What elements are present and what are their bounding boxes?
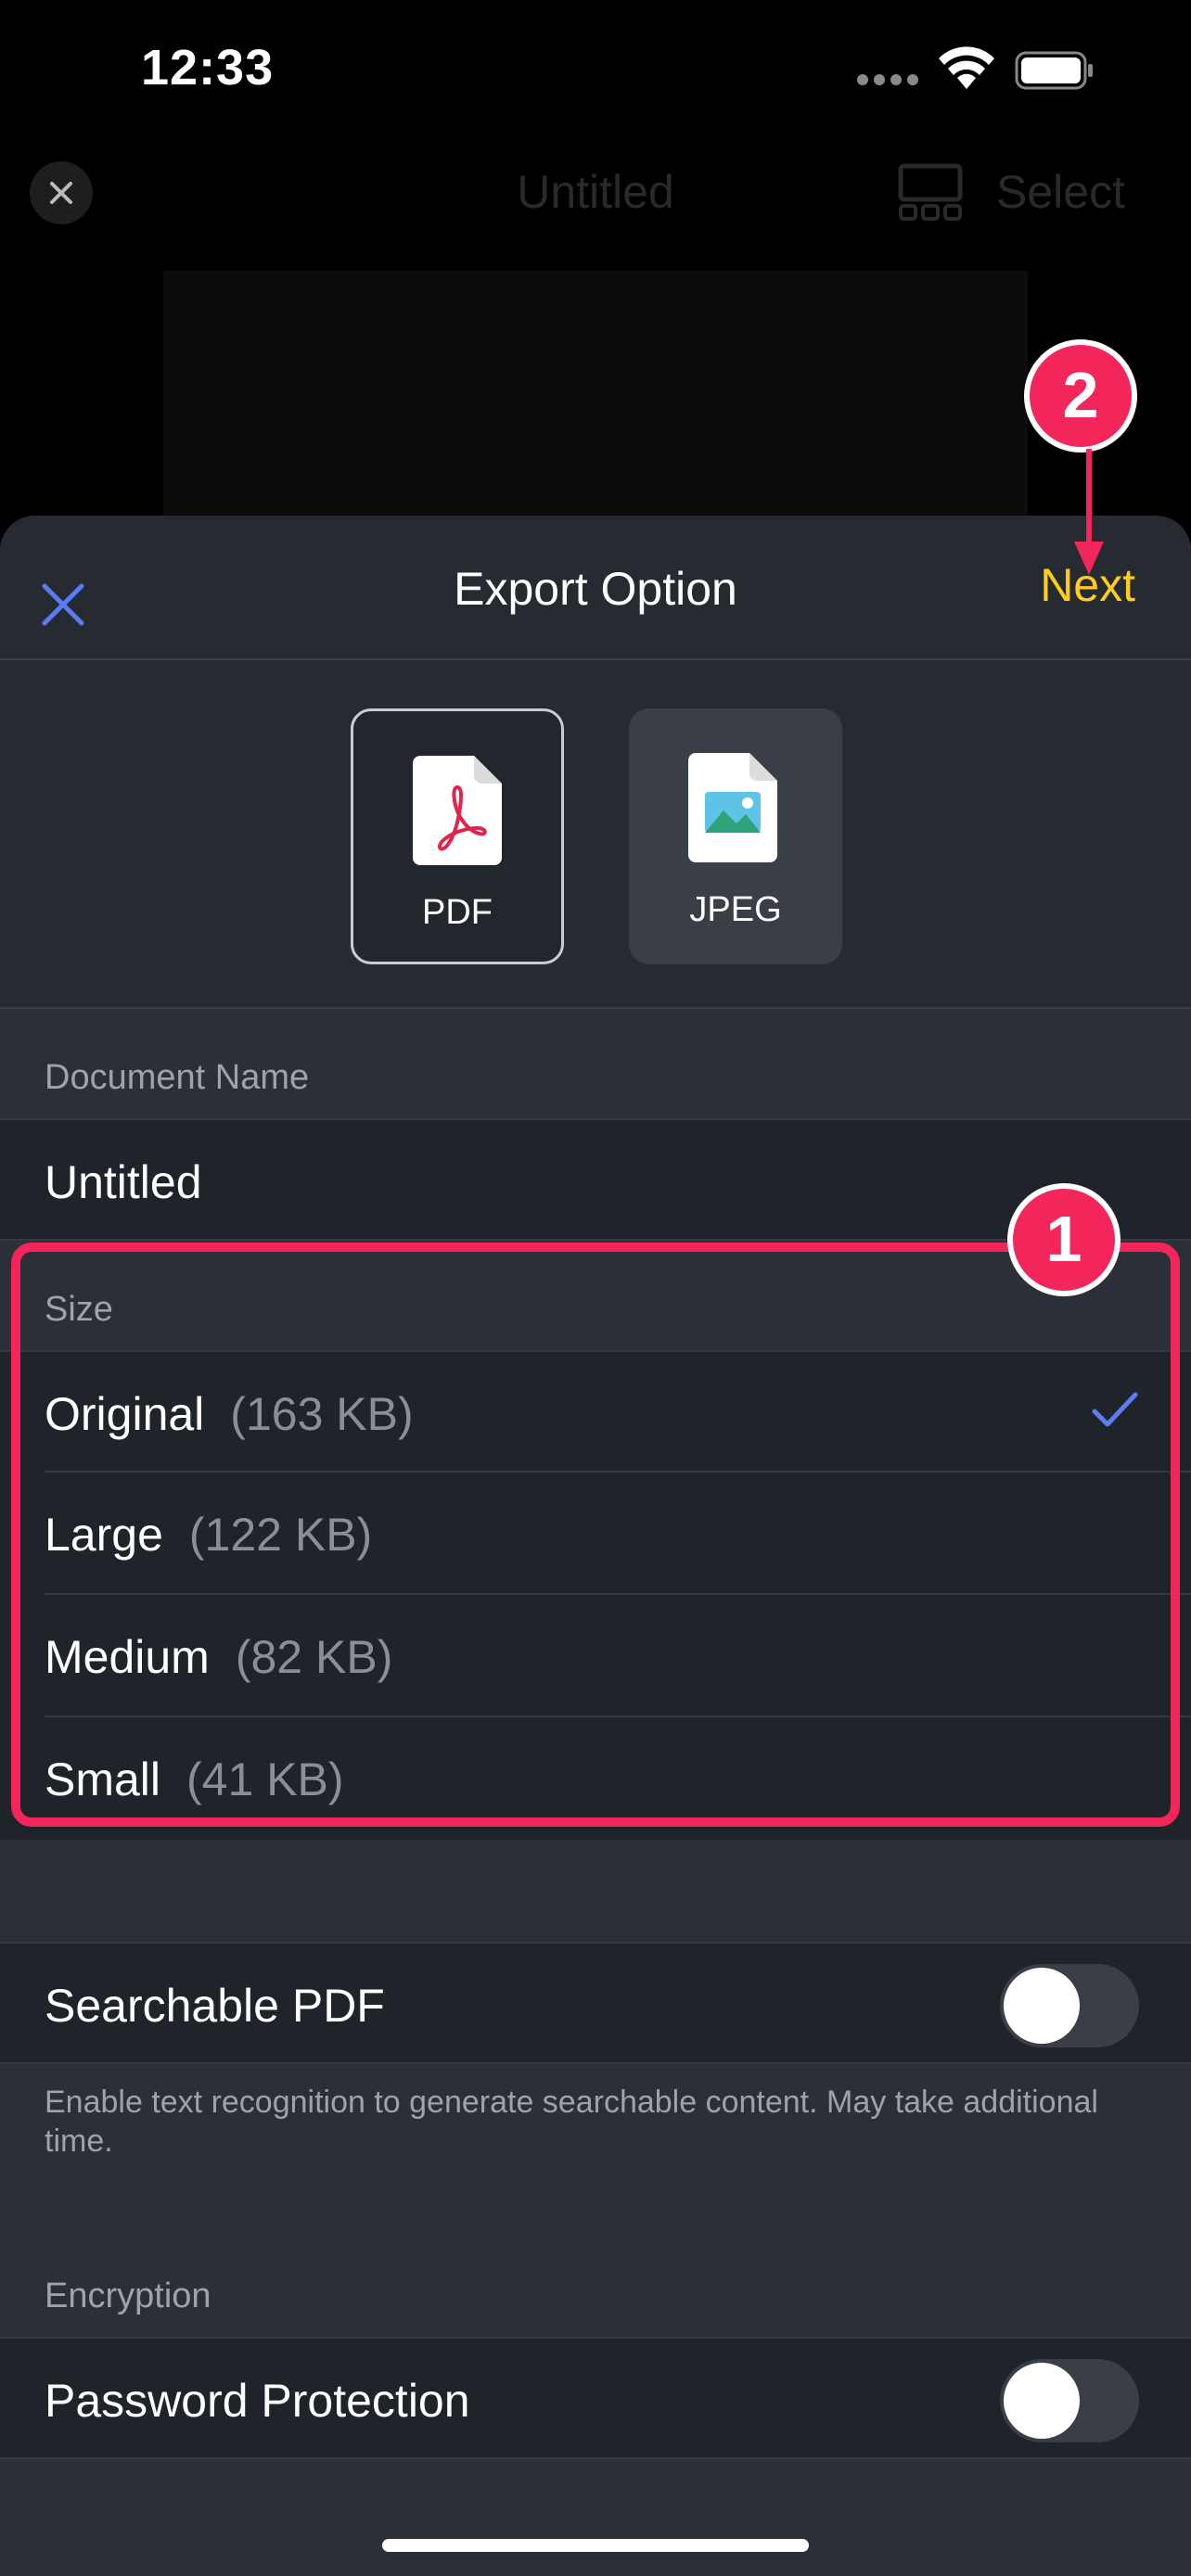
battery-icon [1015,51,1093,90]
encryption-header-label: Encryption [45,2276,211,2315]
format-label-pdf: PDF [422,893,493,932]
home-indicator [382,2539,809,2552]
grid-view-icon [898,163,963,221]
pdf-file-icon [413,756,502,865]
image-file-icon [688,753,777,862]
background-navigation-bar: Untitled Select [0,139,1191,250]
status-bar: 12:33 [0,0,1191,139]
cellular-signal-icon [857,74,918,87]
sheet-header: Export Option Next [0,516,1191,660]
password-protection-toggle[interactable] [1000,2359,1139,2442]
sheet-title: Export Option [454,563,737,615]
annotation-arrow-icon [1074,449,1104,575]
document-name-value: Untitled [45,1156,202,1208]
format-label-jpeg: JPEG [689,890,782,929]
background-document-preview [163,271,1028,549]
password-protection-label: Password Protection [45,2375,470,2427]
size-highlight-box [11,1243,1180,1827]
annotation-badge-1: 1 [1007,1183,1121,1296]
format-option-jpeg[interactable]: JPEG [629,708,842,964]
password-protection-row: Password Protection [0,2337,1191,2459]
searchable-pdf-note: Enable text recognition to generate sear… [45,2085,1098,2159]
status-time: 12:33 [141,40,275,96]
format-selector: PDF JPEG [0,660,1191,1009]
searchable-pdf-toggle[interactable] [1000,1964,1139,2047]
format-option-pdf[interactable]: PDF [351,708,564,964]
document-name-header-label: Document Name [45,1058,310,1097]
searchable-pdf-row: Searchable PDF [0,1942,1191,2064]
background-select-button: Select [996,166,1125,218]
encryption-header: Encryption [0,2229,1191,2337]
wifi-icon [939,46,994,89]
annotation-badge-2: 2 [1024,339,1137,453]
document-name-header: Document Name [0,1011,1191,1118]
searchable-pdf-label: Searchable PDF [45,1980,385,2032]
